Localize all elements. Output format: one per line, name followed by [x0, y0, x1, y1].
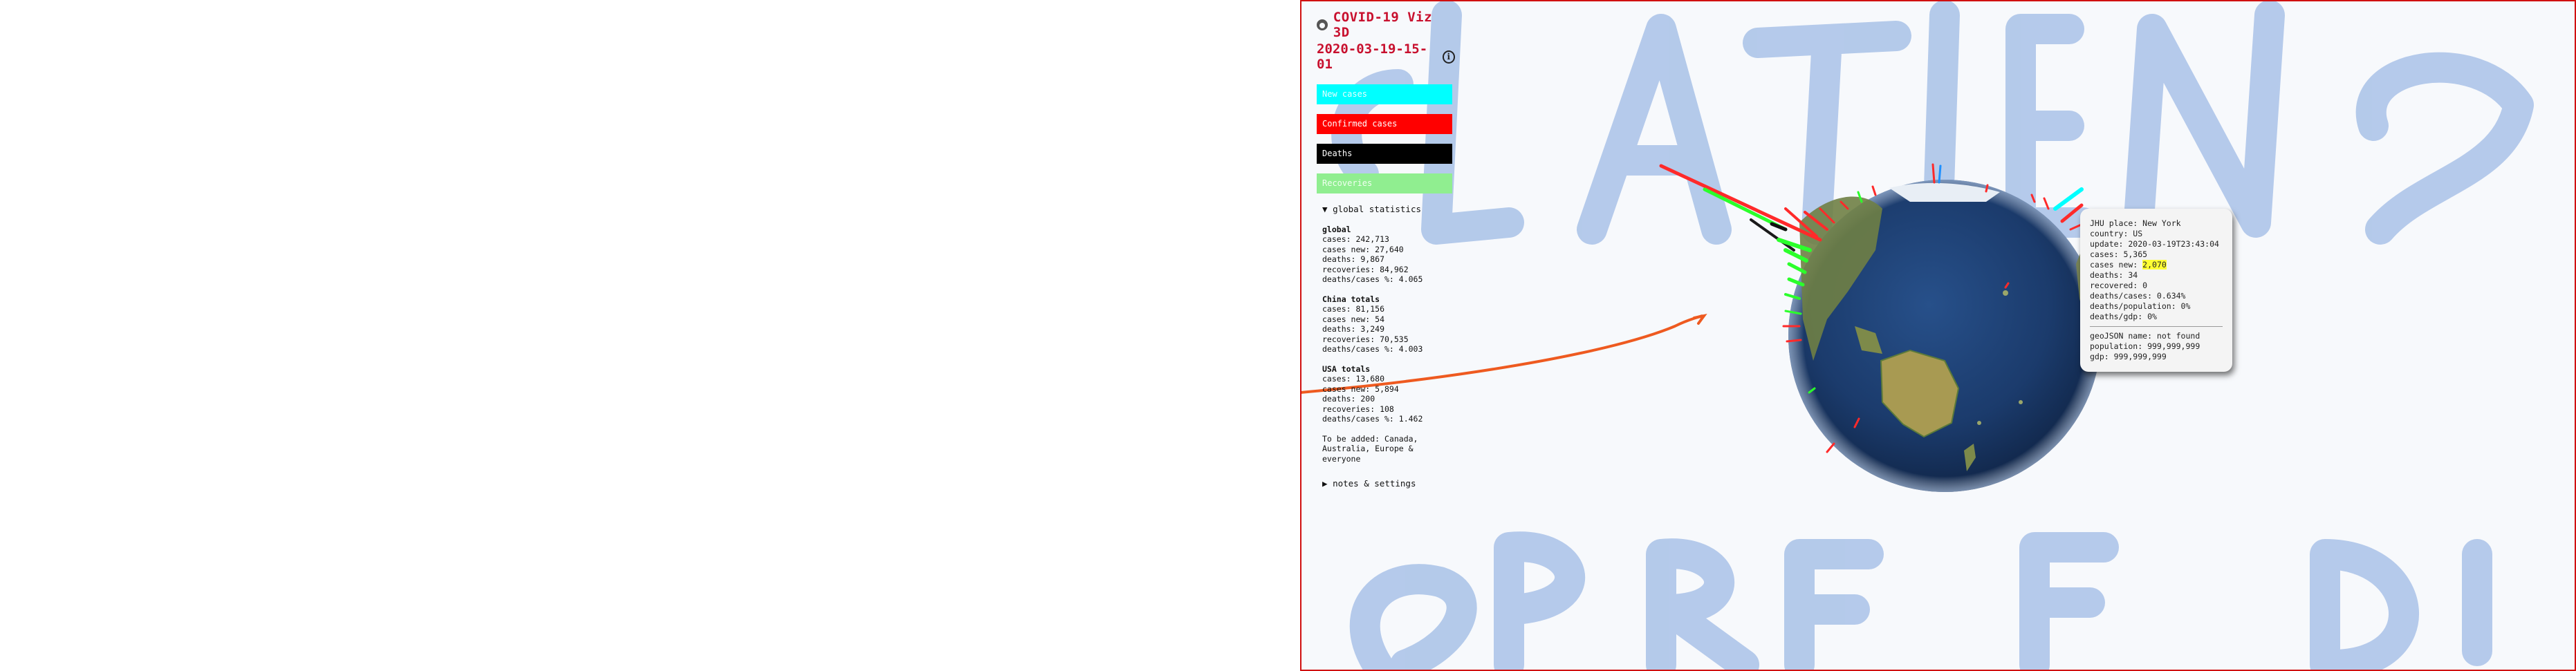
new-cases-button[interactable]: New cases: [1317, 84, 1452, 104]
tooltip-cases-new-value: 2,070: [2142, 260, 2167, 270]
section-title: USA totals: [1322, 363, 1371, 374]
stat-line: deaths: 200: [1322, 394, 1375, 404]
global-stats-section: global cases: 242,713 cases new: 27,640 …: [1322, 225, 1455, 285]
app-title: COVID-19 Viz 3D: [1333, 10, 1433, 40]
deaths-button[interactable]: Deaths: [1317, 144, 1452, 164]
title-row: COVID-19 Viz 3D: [1317, 10, 1455, 40]
stat-line: recoveries: 84,962: [1322, 264, 1409, 274]
global-statistics: ▼ global statistics global cases: 242,71…: [1317, 204, 1455, 489]
global-statistics-label: global statistics: [1333, 204, 1421, 214]
stat-line: deaths/cases %: 4.003: [1322, 344, 1423, 354]
globe-view[interactable]: [1301, 1, 2576, 671]
confirmed-cases-button[interactable]: Confirmed cases: [1317, 114, 1452, 134]
stat-line: deaths/cases %: 4.065: [1322, 274, 1423, 284]
tooltip-deaths: deaths: 34: [2090, 270, 2138, 280]
recoveries-button[interactable]: Recoveries: [1317, 173, 1452, 193]
place-tooltip: JHU place: New York country: US update: …: [2080, 209, 2232, 372]
tooltip-cases: cases: 5,365: [2090, 249, 2148, 259]
notes-settings-label: notes & settings: [1333, 478, 1416, 489]
tooltip-gdp: gdp: 999,999,999: [2090, 352, 2167, 361]
tooltip-population: population: 999,999,999: [2090, 341, 2200, 351]
stat-line: cases new: 54: [1322, 314, 1385, 324]
info-icon[interactable]: i: [1442, 50, 1455, 64]
todo-note: To be added: Canada, Australia, Europe &…: [1322, 433, 1418, 464]
triangle-down-icon: ▼: [1322, 204, 1328, 214]
section-title: global: [1322, 224, 1351, 234]
earth-globe[interactable]: [1788, 180, 2101, 492]
tooltip-update: update: 2020-03-19T23:43:04: [2090, 239, 2219, 249]
annotation-arrow-head: [1693, 313, 1707, 325]
tooltip-deaths-cases: deaths/cases: 0.634%: [2090, 291, 2186, 301]
blank-left-region: [0, 0, 1300, 671]
notes-settings-toggle[interactable]: ▶ notes & settings: [1322, 478, 1455, 489]
china-stats-section: China totals cases: 81,156 cases new: 54…: [1322, 294, 1455, 355]
stat-line: cases: 242,713: [1322, 234, 1389, 244]
tooltip-cases-new-label: cases new:: [2090, 260, 2143, 270]
control-panel: COVID-19 Viz 3D 2020-03-19-15-01 i New c…: [1317, 10, 1455, 489]
stat-line: cases new: 27,640: [1322, 244, 1404, 254]
global-statistics-toggle[interactable]: ▼ global statistics: [1322, 204, 1455, 215]
viz-frame: COVID-19 Viz 3D 2020-03-19-15-01 i New c…: [1300, 0, 2576, 671]
tooltip-country: country: US: [2090, 229, 2143, 238]
tooltip-place: JHU place: New York: [2090, 218, 2181, 228]
tooltip-deaths-gdp: deaths/gdp: 0%: [2090, 312, 2157, 321]
stat-line: cases new: 5,894: [1322, 384, 1399, 394]
stat-line: cases: 13,680: [1322, 374, 1385, 384]
section-title: China totals: [1322, 294, 1380, 304]
date-row: 2020-03-19-15-01 i: [1317, 41, 1455, 72]
stat-line: recoveries: 108: [1322, 404, 1394, 414]
tooltip-recovered: recovered: 0: [2090, 281, 2148, 290]
stat-line: cases: 81,156: [1322, 304, 1385, 314]
usa-stats-section: USA totals cases: 13,680 cases new: 5,89…: [1322, 364, 1455, 424]
tooltip-divider: [2090, 326, 2223, 327]
stat-line: deaths: 3,249: [1322, 324, 1385, 334]
tooltip-deaths-population: deaths/population: 0%: [2090, 301, 2191, 311]
tooltip-cases-new: cases new: 2,070: [2090, 260, 2223, 270]
tooltip-geojson: geoJSON name: not found: [2090, 331, 2200, 341]
stat-line: recoveries: 70,535: [1322, 334, 1409, 344]
date-label: 2020-03-19-15-01: [1317, 41, 1428, 72]
github-icon[interactable]: [1317, 19, 1328, 30]
triangle-right-icon: ▶: [1322, 478, 1328, 489]
stat-line: deaths: 9,867: [1322, 254, 1385, 264]
stat-line: deaths/cases %: 1.462: [1322, 414, 1423, 424]
